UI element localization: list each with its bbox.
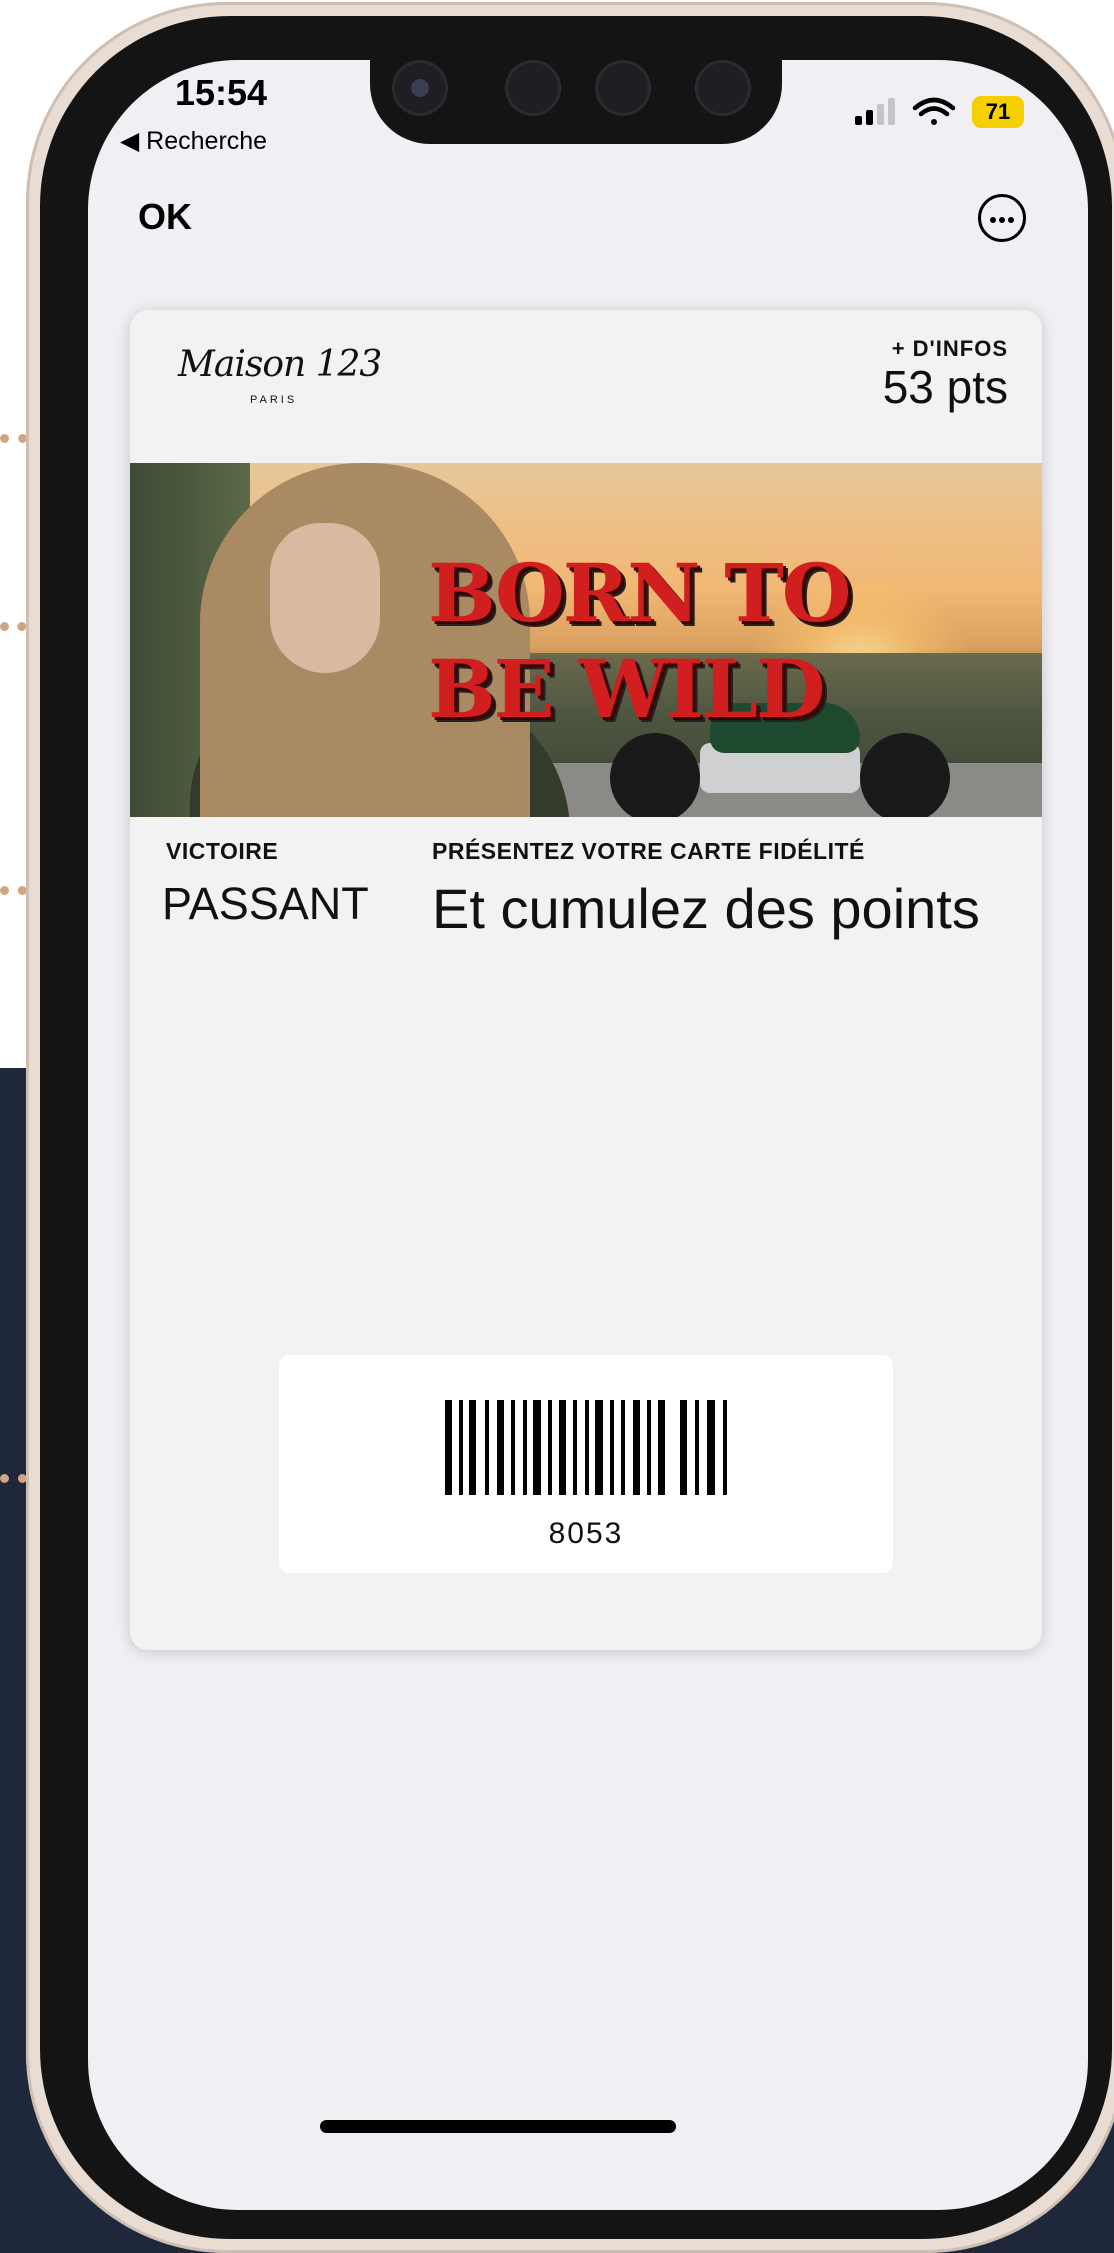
ellipsis-circle-icon[interactable] [978,194,1026,242]
promo-banner-image: BORN TO BE WILD [130,463,1042,817]
banner-title-line1: BORN TO [428,546,851,640]
barcode-panel: 8053 [279,1355,893,1573]
brand-subtitle: PARIS [250,394,298,406]
barcode-number: 8053 [548,1517,624,1550]
battery-icon: 71 [972,96,1024,128]
home-indicator[interactable] [320,2120,676,2133]
front-camera-icon [392,60,448,116]
banner-title-line2: BE WILD [428,642,825,736]
status-time: 15:54 [175,72,268,113]
sensor-icon [695,60,751,116]
holder-name-label: VICTOIRE [166,838,279,864]
wifi-icon [912,97,956,125]
cellular-signal-icon [855,98,895,125]
sensor-icon [595,60,651,116]
ok-button[interactable]: OK [138,196,192,238]
loyalty-pass-card[interactable]: Maison 123 PARIS + D'INFOS 53 pts BORN T… [130,310,1042,1650]
promo-value: Et cumulez des points [432,877,980,940]
holder-name-value: PASSANT [162,878,369,929]
points-balance: 53 pts [882,361,1008,413]
model-face [270,523,380,673]
barcode-icon [445,1400,727,1495]
brand-logo: Maison 123 [178,344,382,385]
banner-title: BORN TO BE WILD [428,545,851,737]
back-to-app-link[interactable]: ◀ Recherche [120,126,267,156]
notch [370,52,782,144]
promo-label: PRÉSENTEZ VOTRE CARTE FIDÉLITÉ [432,838,865,864]
more-info-label: + D'INFOS [891,336,1008,361]
sensor-icon [505,60,561,116]
